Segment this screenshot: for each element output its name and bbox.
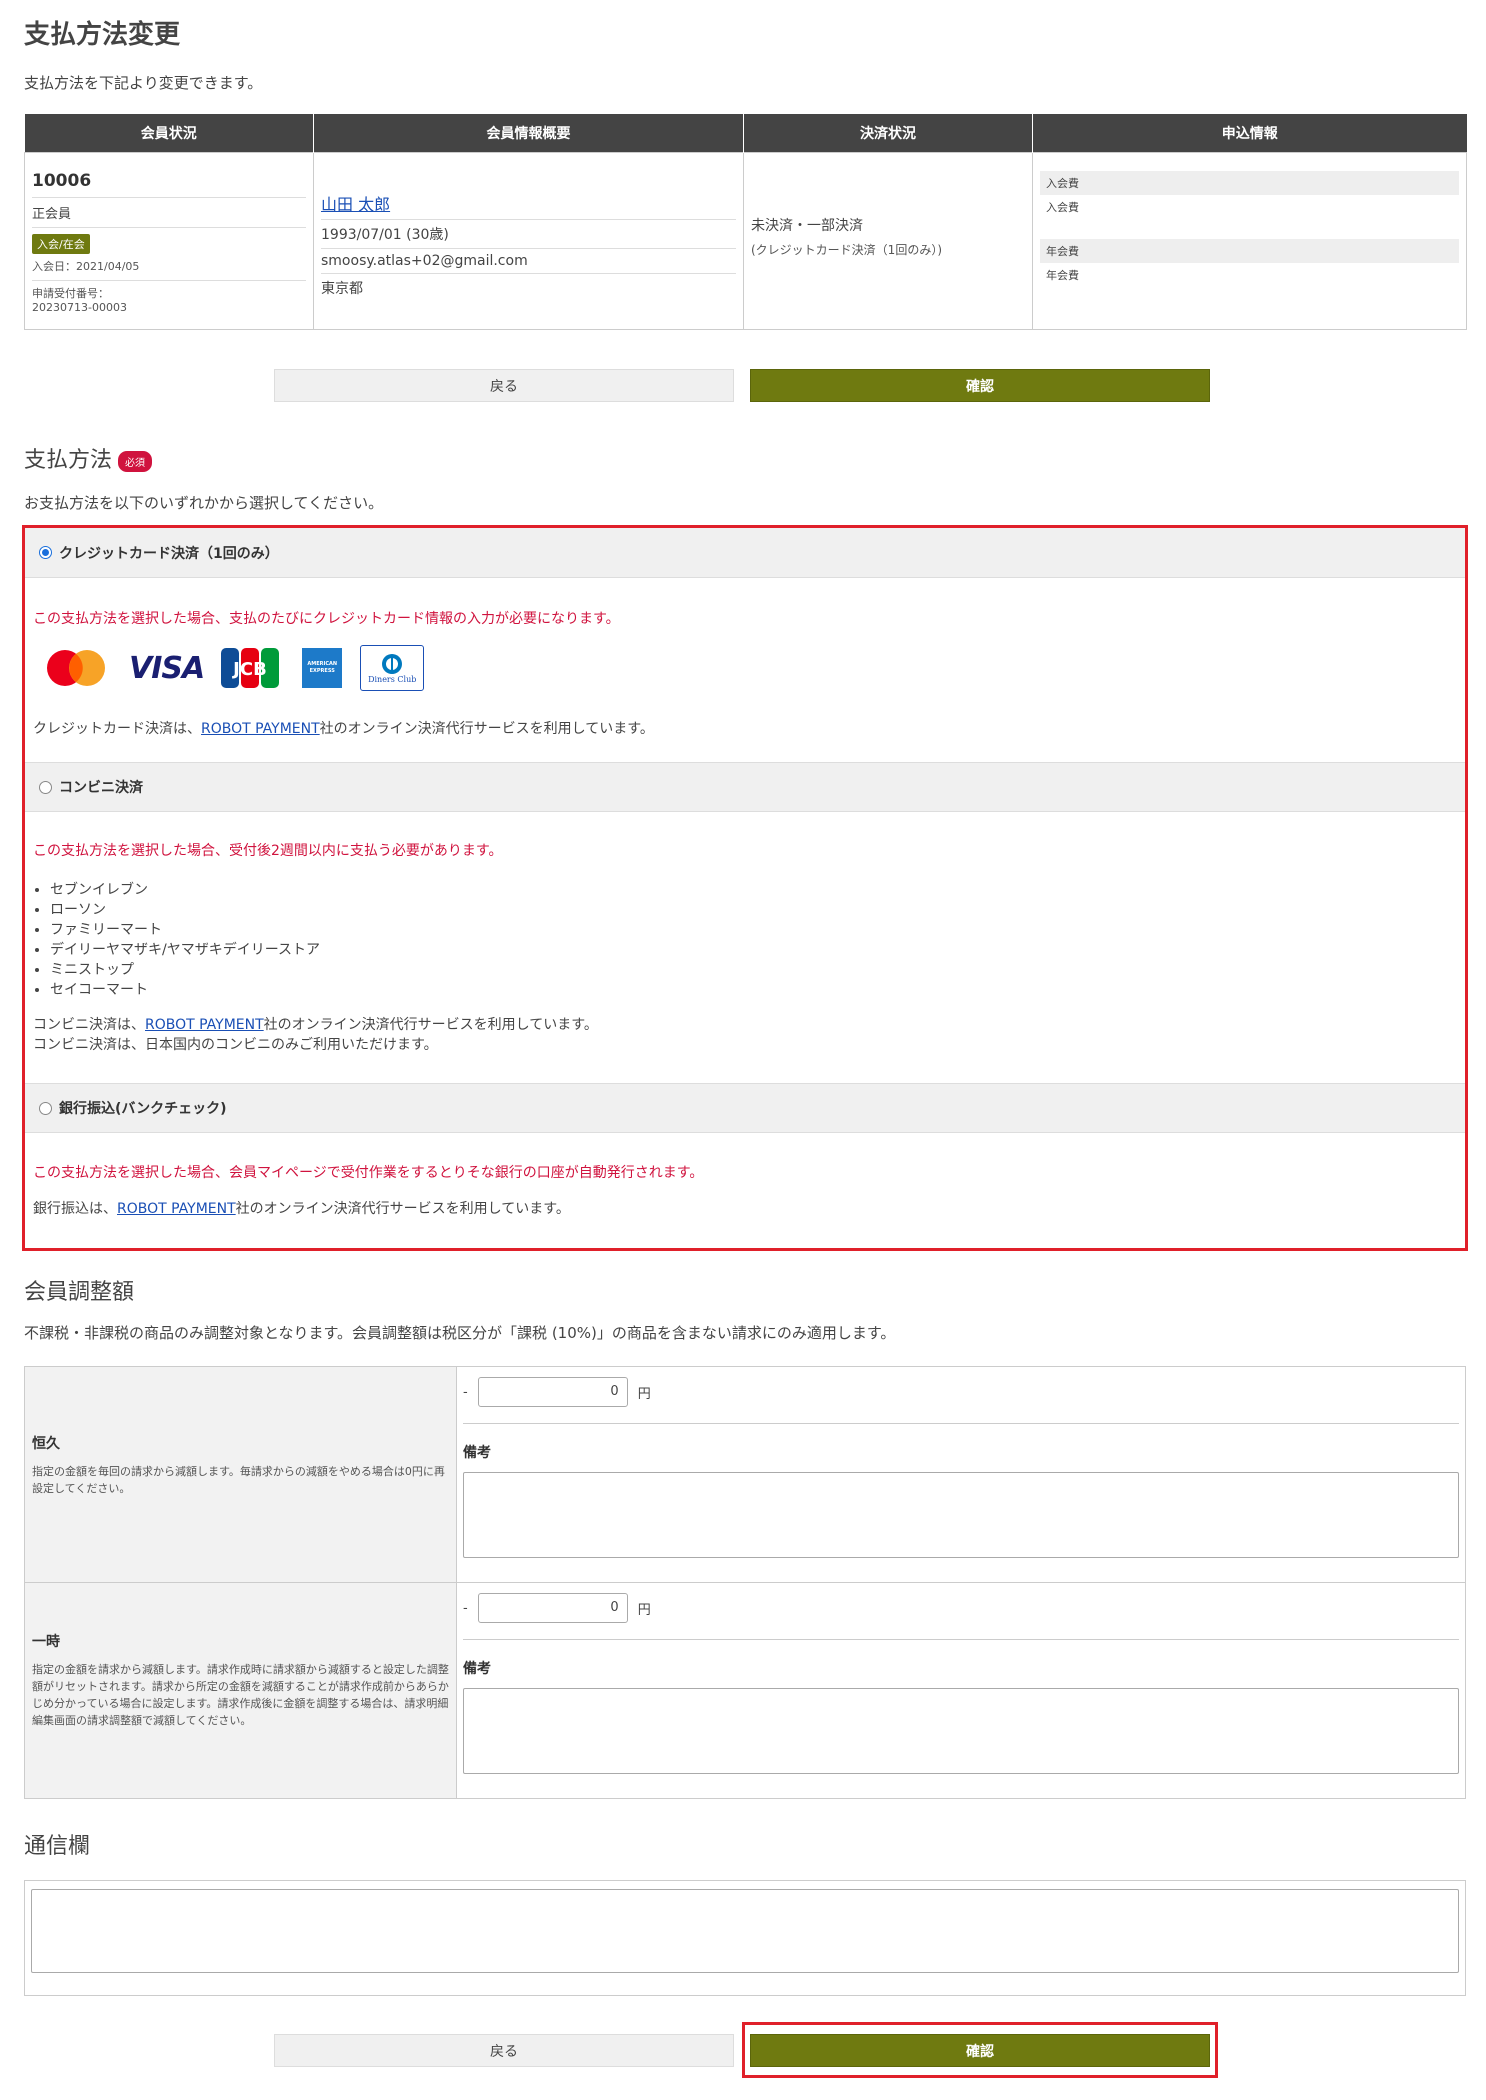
temporary-input-cell: - 0 円 備考	[456, 1582, 1466, 1799]
permanent-label: 恒久	[32, 1436, 60, 1452]
temporary-label: 一時	[32, 1634, 60, 1650]
payment-description: お支払方法を以下のいずれかから選択してください。	[24, 494, 384, 512]
joined-date: 入会日：2021/04/05	[32, 259, 140, 273]
permanent-note-textarea[interactable]	[463, 1472, 1459, 1558]
application-number-label: 申請受付番号：	[32, 286, 109, 300]
payment-status: 未決済・一部決済	[751, 217, 863, 234]
header-member-status: 会員状況	[24, 114, 314, 152]
header-application-info: 申込情報	[1032, 114, 1467, 152]
back-button-top[interactable]: 戻る	[274, 369, 734, 402]
application-info-cell: 入会費 入会費 年会費 年会費	[1032, 151, 1467, 330]
permanent-amount-input[interactable]: 0	[477, 1377, 628, 1407]
communication-section-title: 通信欄	[24, 1834, 91, 1859]
application-item-value: 入会費	[1046, 200, 1079, 214]
member-name-link[interactable]: 山田 太郎	[321, 195, 390, 214]
payment-highlight-frame	[22, 525, 1468, 1251]
temporary-amount-input[interactable]: 0	[477, 1593, 628, 1623]
payment-status-cell: 未決済・一部決済 (クレジットカード決済（1回のみ）)	[743, 151, 1033, 330]
member-birth: 1993/07/01 (30歳)	[321, 220, 736, 249]
adjustment-section-title: 会員調整額	[24, 1280, 135, 1305]
temporary-note-textarea[interactable]	[463, 1688, 1459, 1774]
application-item-label: 入会費	[1040, 170, 1459, 195]
page-title: 支払方法変更	[24, 20, 181, 50]
yen-unit: 円	[637, 1602, 651, 1618]
member-info-cell: 山田 太郎 1993/07/01 (30歳) smoosy.atlas+02@g…	[313, 151, 744, 330]
application-number: 20230713-00003	[32, 300, 127, 314]
page-description: 支払方法を下記より変更できます。	[24, 74, 263, 92]
adjustment-table: 恒久 指定の金額を毎回の請求から減額します。毎請求からの減額をやめる場合は0円に…	[24, 1366, 1466, 1799]
permanent-label-cell: 恒久 指定の金額を毎回の請求から減額します。毎請求からの減額をやめる場合は0円に…	[24, 1366, 457, 1583]
status-badge: 入会/在会	[32, 233, 90, 254]
permanent-input-cell: - 0 円 備考	[456, 1366, 1466, 1583]
communication-box	[24, 1880, 1466, 1996]
member-email: smoosy.atlas+02@gmail.com	[321, 249, 736, 274]
confirm-button-top[interactable]: 確認	[750, 369, 1210, 402]
communication-textarea[interactable]	[31, 1889, 1459, 1973]
member-status-cell: 10006 正会員 入会/在会 入会日：2021/04/05 申請受付番号： 2…	[24, 151, 314, 330]
payment-section-title: 支払方法 必須	[24, 442, 153, 474]
confirm-highlight-frame	[742, 2022, 1218, 2078]
member-prefecture: 東京都	[321, 280, 363, 297]
yen-unit: 円	[637, 1386, 651, 1402]
header-member-info: 会員情報概要	[313, 114, 744, 152]
member-summary-table: 会員状況 会員情報概要 決済状況 申込情報 10006 正会員 入会/在会 入会…	[24, 114, 1467, 330]
temporary-label-cell: 一時 指定の金額を請求から減額します。請求作成時に請求額から減額すると設定した調…	[24, 1582, 457, 1799]
temporary-description: 指定の金額を請求から減額します。請求作成時に請求額から減額すると設定した調整額が…	[32, 1663, 449, 1727]
member-rank: 正会員	[32, 198, 306, 228]
header-payment-status: 決済状況	[743, 114, 1033, 152]
back-button-bottom[interactable]: 戻る	[274, 2034, 734, 2067]
payment-title-text: 支払方法	[24, 448, 113, 473]
page: 支払方法変更 支払方法を下記より変更できます。 会員状況 会員情報概要 決済状況…	[0, 0, 1486, 2100]
required-badge: 必須	[118, 450, 153, 472]
temporary-note-label: 備考	[463, 1661, 491, 1677]
permanent-note-label: 備考	[463, 1445, 491, 1461]
minus-sign: -	[463, 1600, 468, 1616]
minus-sign: -	[463, 1384, 468, 1400]
application-item-label: 年会費	[1040, 238, 1459, 263]
adjustment-description: 不課税・非課税の商品のみ調整対象となります。会員調整額は税区分が「課税 (10%…	[24, 1324, 896, 1342]
member-id: 10006	[32, 171, 306, 198]
application-item-value: 年会費	[1046, 268, 1079, 282]
permanent-description: 指定の金額を毎回の請求から減額します。毎請求からの減額をやめる場合は0円に再設定…	[32, 1465, 445, 1495]
payment-method-summary: (クレジットカード決済（1回のみ）)	[751, 242, 942, 257]
